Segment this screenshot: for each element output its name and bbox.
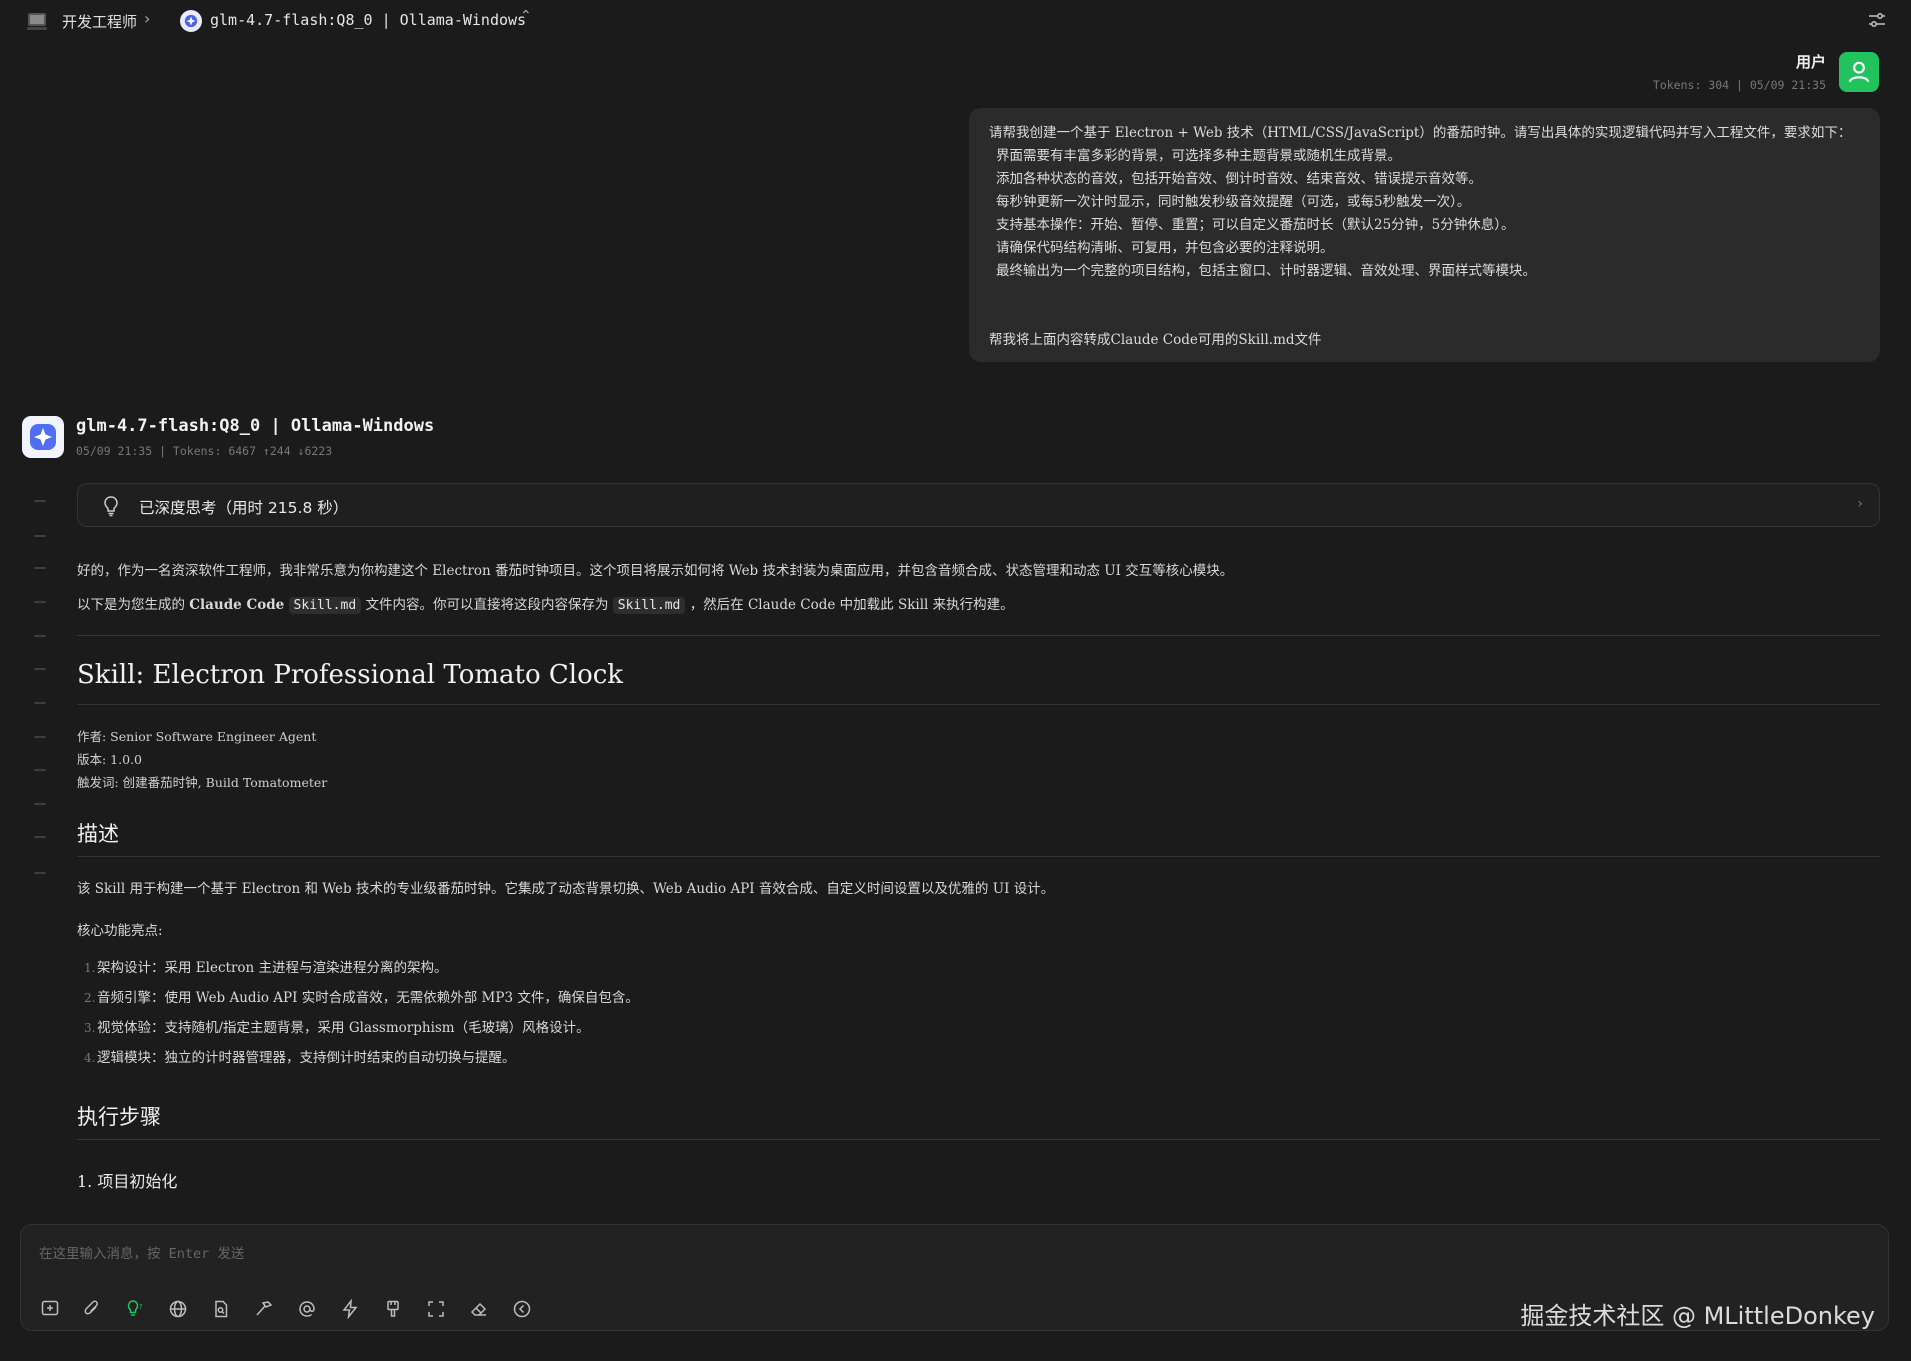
outline-tick[interactable] (34, 635, 46, 637)
top-bar: 开发工程师 › glm-4.7-flash:Q8_0 | Ollama-Wind… (0, 0, 1911, 40)
meta-trigger: 触发词: 创建番茄时钟, Build Tomatometer (77, 775, 328, 790)
model-logo-icon (180, 10, 202, 32)
list-number: 1. (84, 961, 96, 975)
paperclip-icon[interactable] (80, 1297, 104, 1321)
text: ，然后在 Claude Code 中加载此 Skill 来执行构建。 (689, 597, 1014, 613)
paragraph: 该 Skill 用于构建一个基于 Electron 和 Web 技术的专业级番茄… (77, 881, 1055, 897)
meta-version: 版本: 1.0.0 (77, 752, 142, 767)
list-item: 1. 架构设计：采用 Electron 主进程与渲染进程分离的架构。 (77, 953, 1880, 983)
outline-tick[interactable] (34, 702, 46, 704)
list-item: 4. 逻辑模块：独立的计时器管理器，支持倒计时结束的自动切换与提醒。 (77, 1043, 1880, 1073)
svg-text:?: ? (139, 1303, 143, 1311)
user-message-meta: Tokens: 304 | 05/09 21:35 (1652, 78, 1826, 92)
list-number: 4. (84, 1051, 96, 1065)
list-item: 3. 视觉体验：支持随机/指定主题背景，采用 Glassmorphism（毛玻璃）… (77, 1013, 1880, 1043)
heading-3: 1. 项目初始化 (77, 1172, 178, 1191)
user-message-line: 支持基本操作：开始、暂停、重置；可以自定义番茄时长（默认25分钟，5分钟休息）。 (996, 217, 1515, 233)
at-mention-icon[interactable] (295, 1297, 319, 1321)
chevron-left-circle-icon[interactable] (510, 1297, 534, 1321)
meta-author: 作者: Senior Software Engineer Agent (77, 729, 317, 744)
outline-tick[interactable] (34, 601, 46, 603)
fullscreen-icon[interactable] (424, 1297, 448, 1321)
user-message-line: 请确保代码结构清晰、可复用，并包含必要的注释说明。 (996, 240, 1334, 256)
watermark: 掘金技术社区 @ MLittleDonkey (1520, 1302, 1875, 1330)
outline-tick[interactable] (34, 872, 46, 874)
divider (77, 704, 1880, 705)
lightning-icon[interactable] (338, 1297, 362, 1321)
paragraph: 以下是为您生成的 Claude Code Skill.md 文件内容。你可以直接… (77, 595, 1880, 616)
outline-tick[interactable] (34, 836, 46, 838)
user-message-line: 每秒钟更新一次计时显示，同时触发秒级音效提醒（可选，或每5秒触发一次）。 (996, 194, 1471, 210)
breadcrumb-workspace[interactable]: 开发工程师 (62, 11, 137, 32)
user-message-line: 请帮我创建一个基于 Electron + Web 技术（HTML/CSS/Jav… (989, 125, 1852, 141)
heading-1: Skill: Electron Professional Tomato Cloc… (77, 660, 624, 690)
feature-list: 1. 架构设计：采用 Electron 主进程与渲染进程分离的架构。 2. 音频引擎… (77, 953, 1880, 1073)
list-item-text: 视觉体验：支持随机/指定主题背景，采用 Glassmorphism（毛玻璃）风格… (97, 1020, 590, 1036)
inline-code: Skill.md (288, 597, 362, 614)
inline-code: Skill.md (612, 597, 686, 614)
list-number: 3. (84, 1021, 96, 1035)
workspace-icon[interactable] (26, 10, 48, 32)
heading-2: 执行步骤 (77, 1105, 161, 1129)
outline-tick[interactable] (34, 500, 46, 502)
list-number: 2. (84, 991, 96, 1005)
thinking-label: 已深度思考（用时 215.8 秒） (139, 499, 349, 517)
divider (77, 856, 1880, 857)
chevron-updown-icon[interactable]: ⌃ (520, 8, 532, 24)
outline-tick[interactable] (34, 668, 46, 670)
outline-tick[interactable] (34, 567, 46, 569)
sliders-icon[interactable] (1866, 9, 1888, 31)
skill-meta: 作者: Senior Software Engineer Agent 版本: 1… (77, 725, 1880, 794)
outline-tick[interactable] (34, 803, 46, 805)
list-item: 2. 音频引擎：使用 Web Audio API 实时合成音效，无需依赖外部 MP… (77, 983, 1880, 1013)
text: 文件内容。你可以直接将这段内容保存为 (365, 597, 609, 613)
outline-tick[interactable] (34, 535, 46, 537)
model-selector[interactable]: glm-4.7-flash:Q8_0 | Ollama-Windows (210, 11, 526, 29)
outline-tick[interactable] (34, 736, 46, 738)
list-item-text: 逻辑模块：独立的计时器管理器，支持倒计时结束的自动切换与提醒。 (97, 1050, 516, 1066)
divider (77, 635, 1880, 636)
document-search-icon[interactable] (209, 1297, 233, 1321)
user-message-bubble: 请帮我创建一个基于 Electron + Web 技术（HTML/CSS/Jav… (969, 108, 1880, 362)
list-item-text: 音频引擎：使用 Web Audio API 实时合成音效，无需依赖外部 MP3 … (97, 990, 639, 1006)
globe-icon[interactable] (166, 1297, 190, 1321)
assistant-avatar (22, 416, 64, 458)
user-message-line: 添加各种状态的音效，包括开始音效、倒计时音效、结束音效、错误提示音效等。 (996, 171, 1482, 187)
bold-text: Claude Code (189, 597, 285, 613)
new-topic-icon[interactable] (38, 1297, 62, 1321)
user-message-line: 最终输出为一个完整的项目结构，包括主窗口、计时器逻辑、音效处理、界面样式等模块。 (996, 263, 1536, 279)
chevron-right-icon: › (144, 9, 151, 28)
assistant-name: glm-4.7-flash:Q8_0 | Ollama-Windows (76, 416, 435, 436)
heading-2: 描述 (77, 822, 119, 846)
message-input[interactable]: 在这里输入消息，按 Enter 发送 (39, 1242, 244, 1262)
paragraph: 核心功能亮点: (77, 923, 163, 939)
list-item-text: 架构设计：采用 Electron 主进程与渲染进程分离的架构。 (97, 960, 448, 976)
assistant-message-meta: 05/09 21:35 | Tokens: 6467 ↑244 ↓6223 (76, 444, 333, 458)
brush-icon[interactable] (381, 1297, 405, 1321)
lightbulb-icon (102, 495, 120, 517)
divider (77, 1139, 1880, 1140)
user-avatar (1839, 52, 1879, 92)
outline-tick[interactable] (34, 769, 46, 771)
text: 以下是为您生成的 (77, 597, 185, 613)
hammer-icon[interactable] (252, 1297, 276, 1321)
assistant-message-body: 好的，作为一名资深软件工程师，我非常乐意为你构建这个 Electron 番茄时钟… (77, 560, 1880, 1192)
lightbulb-icon[interactable]: ? (123, 1297, 147, 1321)
thinking-panel[interactable]: 已深度思考（用时 215.8 秒） › (77, 483, 1880, 527)
eraser-icon[interactable] (467, 1297, 491, 1321)
paragraph: 好的，作为一名资深软件工程师，我非常乐意为你构建这个 Electron 番茄时钟… (77, 563, 1234, 579)
user-message-line: 帮我将上面内容转成Claude Code可用的Skill.md文件 (989, 332, 1322, 348)
chevron-right-icon[interactable]: › (1857, 496, 1863, 512)
user-name: 用户 (1795, 53, 1826, 71)
user-message-line: 界面需要有丰富多彩的背景，可选择多种主题背景或随机生成背景。 (996, 148, 1401, 164)
